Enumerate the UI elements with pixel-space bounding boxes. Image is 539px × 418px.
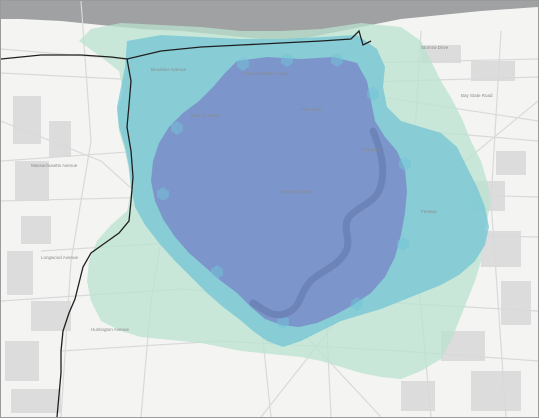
- street-label-9: Huntington Avenue: [91, 327, 129, 332]
- street-label-10: Storrow Drive: [421, 45, 449, 50]
- street-label-8: Fenway: [421, 209, 438, 214]
- map-svg: Commonwealth Avenue Beacon Street Riverw…: [1, 1, 538, 417]
- street-label-2: Beacon Street: [191, 113, 220, 118]
- street-label-11: Bay State Road: [461, 93, 493, 98]
- street-label-12: Massachusetts Avenue: [31, 163, 78, 168]
- street-label-3: Riverway: [361, 147, 380, 152]
- map-canvas[interactable]: Commonwealth Avenue Beacon Street Riverw…: [0, 0, 539, 418]
- street-label-5: Longwood Avenue: [41, 255, 78, 260]
- street-label-1: Commonwealth Avenue: [241, 71, 289, 76]
- street-label-4: Boylston Street: [281, 189, 312, 194]
- street-label-7: Park Drive: [301, 107, 323, 112]
- street-label-6: Brookline Avenue: [151, 67, 186, 72]
